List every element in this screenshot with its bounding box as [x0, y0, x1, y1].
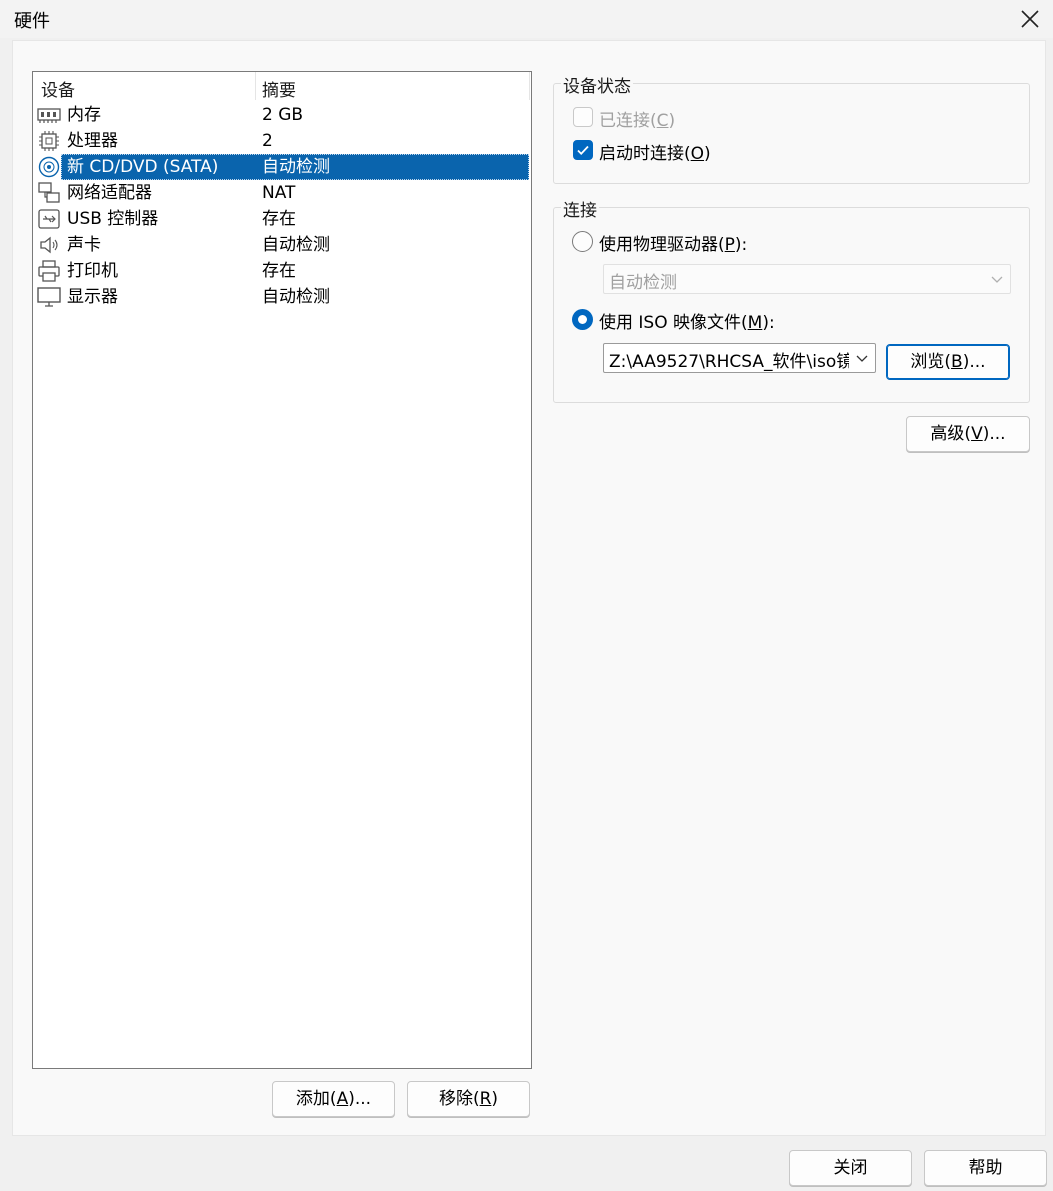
advanced-button-key: V: [971, 424, 983, 444]
browse-button-key: B: [951, 352, 963, 372]
browse-button[interactable]: 浏览(B)...: [886, 344, 1010, 380]
device-name: 处理器: [67, 131, 118, 151]
speaker-icon: [40, 236, 58, 254]
list-header: 设备 摘要: [33, 72, 531, 101]
device-name: 新 CD/DVD (SATA): [67, 157, 219, 177]
device-name: 显示器: [67, 287, 118, 307]
device-row-cd-dvd[interactable]: 新 CD/DVD (SATA) 自动检测: [33, 154, 531, 180]
advanced-button-suffix: ...: [989, 424, 1006, 444]
browse-button-label: 浏览: [910, 352, 945, 372]
hardware-panel: 设备 摘要 内存 2 GB 处理器 2 新 CD/DVD (SATA) 自动检测…: [12, 40, 1046, 1136]
device-row-processor[interactable]: 处理器 2: [33, 128, 531, 154]
remove-button-key: R: [479, 1089, 492, 1109]
device-row-sound[interactable]: 声卡 自动检测: [33, 232, 531, 258]
add-button-key: A: [336, 1089, 349, 1109]
column-header-device[interactable]: 设备: [41, 76, 75, 101]
physical-drive-dropdown[interactable]: 自动检测: [603, 264, 1011, 294]
device-row-printer[interactable]: 打印机 存在: [33, 258, 531, 284]
device-summary: 2: [262, 131, 273, 151]
device-summary: 自动检测: [262, 157, 330, 177]
title-bar: 硬件: [0, 0, 1053, 38]
connect-at-power-on-checkbox[interactable]: [573, 140, 593, 160]
use-iso-file-radio[interactable]: [572, 309, 593, 330]
monitor-icon: [37, 287, 61, 307]
device-status-group: [553, 83, 1030, 184]
close-button[interactable]: 关闭: [789, 1150, 912, 1186]
device-name: 打印机: [67, 261, 118, 281]
chevron-down-icon[interactable]: [855, 352, 869, 364]
device-summary: NAT: [262, 183, 296, 203]
cd-icon: [38, 156, 60, 178]
device-list[interactable]: 设备 摘要 内存 2 GB 处理器 2 新 CD/DVD (SATA) 自动检测…: [32, 71, 532, 1069]
remove-device-button[interactable]: 移除(R): [407, 1081, 530, 1117]
device-summary: 存在: [262, 209, 296, 229]
connection-title: 连接: [561, 196, 599, 221]
device-summary: 存在: [262, 261, 296, 281]
device-name: 声卡: [67, 235, 101, 255]
connected-label: 已连接(C): [599, 111, 676, 131]
add-device-button[interactable]: 添加(A)...: [272, 1081, 395, 1117]
iso-path-value: Z:\AA9527\RHCSA_软件\iso镜: [609, 352, 849, 372]
cpu-icon: [39, 131, 59, 151]
device-name: USB 控制器: [67, 209, 159, 229]
help-button[interactable]: 帮助: [924, 1150, 1047, 1186]
device-row-monitor[interactable]: 显示器 自动检测: [33, 284, 531, 310]
remove-button-label: 移除: [438, 1089, 473, 1109]
checkmark-icon: [577, 145, 589, 155]
printer-icon: [38, 260, 60, 282]
device-summary: 2 GB: [262, 105, 304, 125]
add-button-suffix: ...: [354, 1089, 372, 1109]
device-name: 网络适配器: [67, 183, 152, 203]
device-status-title: 设备状态: [561, 72, 633, 97]
device-row-usb[interactable]: USB 控制器 存在: [33, 206, 531, 232]
browse-button-suffix: ...: [969, 352, 986, 372]
advanced-button[interactable]: 高级(V)...: [906, 416, 1030, 452]
device-summary: 自动检测: [262, 235, 330, 255]
iso-path-combo[interactable]: Z:\AA9527\RHCSA_软件\iso镜: [603, 343, 876, 373]
physical-drive-value: 自动检测: [609, 273, 677, 293]
device-row-memory[interactable]: 内存 2 GB: [33, 102, 531, 128]
add-button-label: 添加: [295, 1089, 330, 1109]
network-icon: [38, 182, 60, 203]
chevron-down-icon: [991, 276, 1003, 283]
connected-checkbox[interactable]: [573, 107, 593, 127]
usb-icon: [38, 209, 60, 229]
use-physical-drive-label: 使用物理驱动器(P):: [599, 235, 748, 255]
device-summary: 自动检测: [262, 287, 330, 307]
device-name: 内存: [67, 105, 101, 125]
memory-icon: [37, 108, 61, 123]
close-icon[interactable]: [1017, 6, 1043, 32]
use-iso-file-label: 使用 ISO 映像文件(M):: [599, 313, 775, 333]
window-title: 硬件: [14, 11, 50, 32]
column-header-summary[interactable]: 摘要: [262, 76, 296, 101]
advanced-button-label: 高级: [930, 424, 965, 444]
connect-at-power-on-label: 启动时连接(O): [599, 144, 711, 164]
use-physical-drive-radio[interactable]: [572, 231, 593, 252]
device-row-network[interactable]: 网络适配器 NAT: [33, 180, 531, 206]
